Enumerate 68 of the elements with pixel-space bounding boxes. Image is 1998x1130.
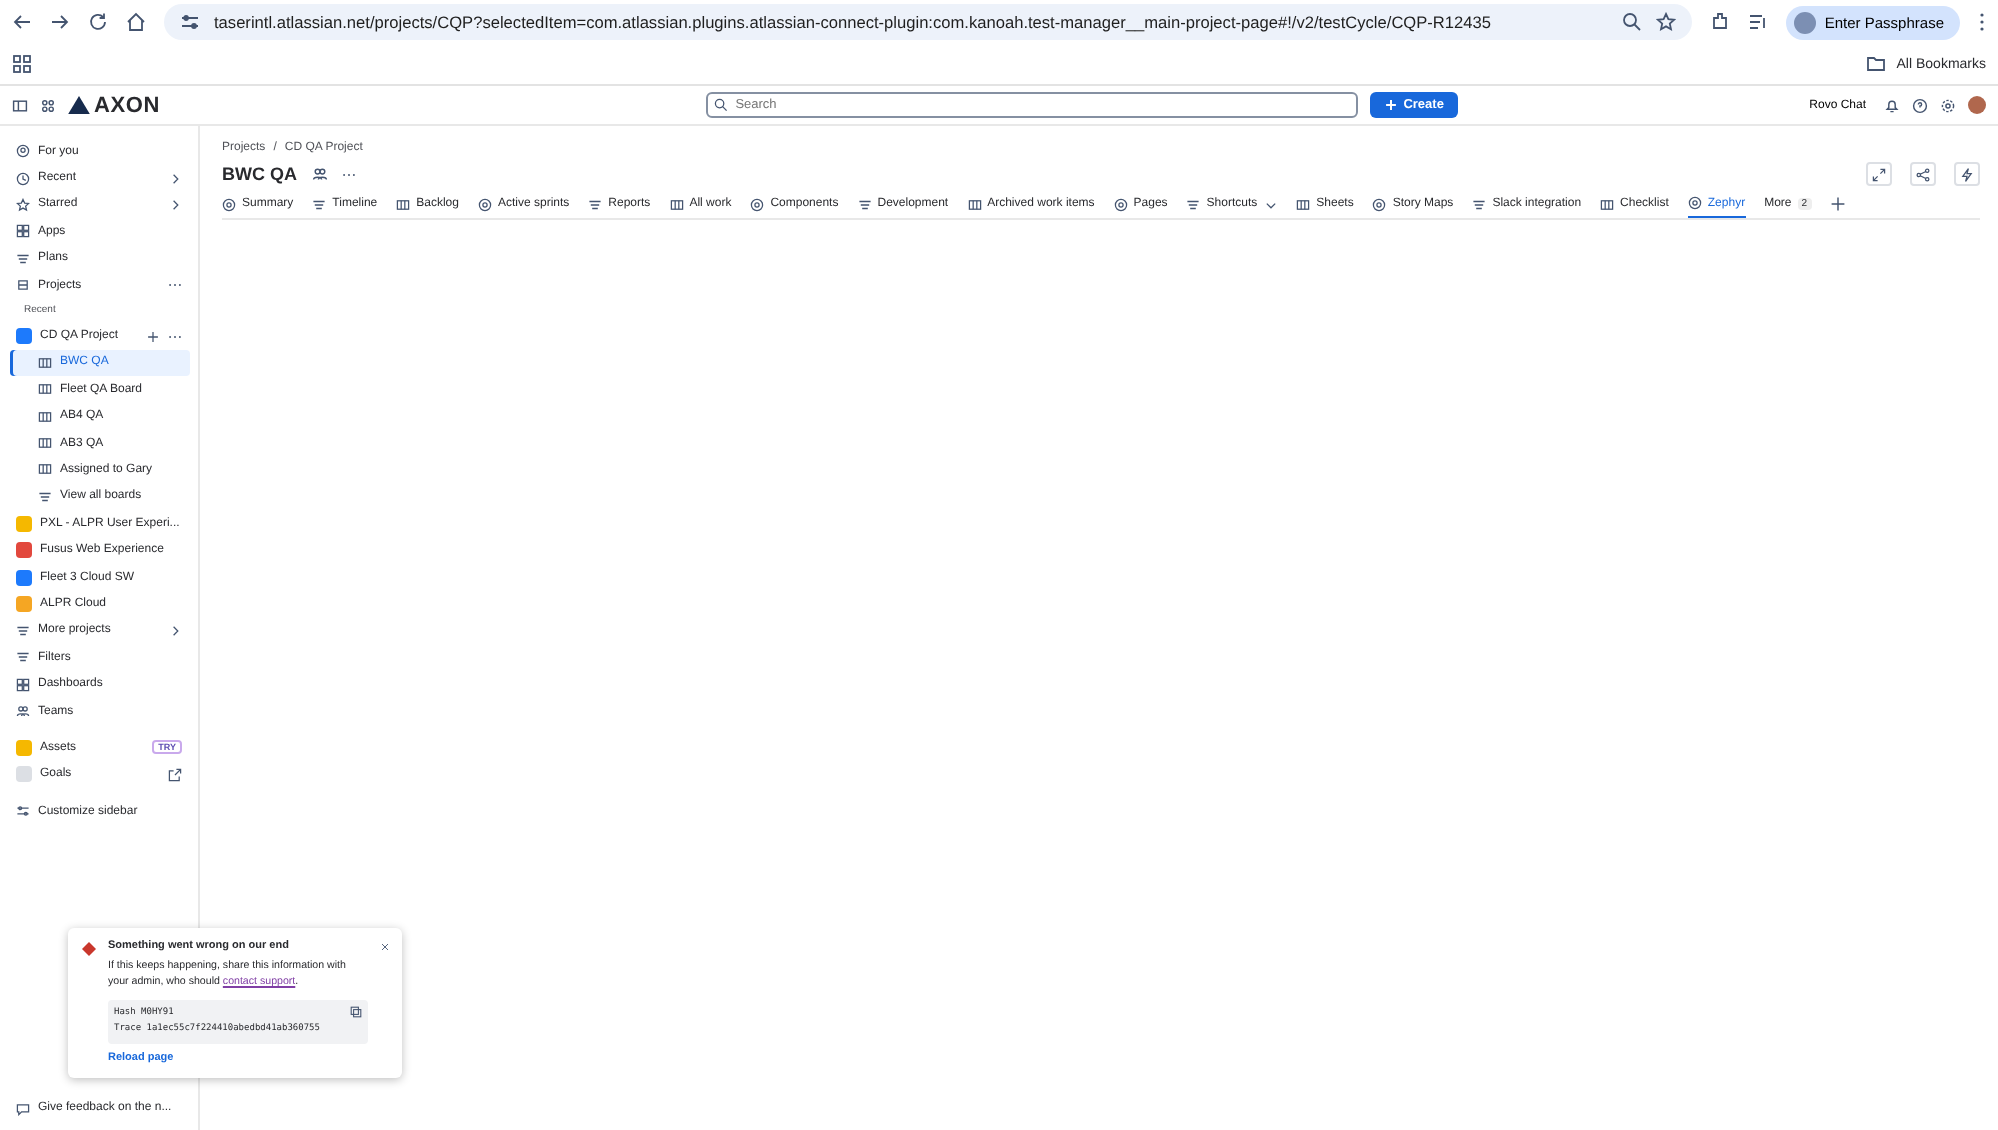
bookmark-star-icon[interactable] (1656, 12, 1677, 32)
star-icon (16, 197, 30, 212)
chevron-down-icon (1263, 197, 1278, 211)
logo-text: AXON (94, 93, 160, 117)
browser-menu-icon[interactable] (1978, 12, 1986, 32)
chevron-right-icon (168, 623, 182, 638)
apps-grid-icon[interactable] (12, 54, 32, 74)
copy-icon[interactable] (350, 1005, 362, 1018)
teams-icon (16, 704, 30, 718)
logo-icon (68, 96, 90, 114)
board-icon (38, 462, 52, 477)
app-icon (16, 739, 32, 756)
error-icon (82, 942, 96, 956)
expand-icon (1872, 167, 1886, 181)
forward-icon[interactable] (50, 12, 70, 32)
clock-icon (16, 171, 30, 186)
media-icon[interactable] (1748, 12, 1769, 32)
folder-icon (1866, 54, 1887, 74)
expand-button[interactable] (1866, 162, 1892, 186)
back-icon[interactable] (12, 12, 32, 32)
notifications-icon[interactable] (1884, 97, 1901, 113)
close-icon[interactable] (380, 942, 390, 952)
list-icon (1472, 197, 1487, 211)
avatar[interactable] (1968, 96, 1987, 114)
sidebar-toggle-icon[interactable] (12, 97, 28, 113)
automation-button[interactable] (1954, 162, 1980, 186)
list-icon (38, 489, 52, 504)
extensions-icon[interactable] (1710, 12, 1731, 32)
help-icon[interactable] (1912, 97, 1929, 113)
plans-icon (16, 251, 30, 266)
settings-icon[interactable] (1940, 97, 1957, 113)
list-icon (1186, 197, 1201, 211)
list-icon (588, 197, 603, 211)
home-icon[interactable] (126, 12, 146, 32)
external-link-icon (168, 767, 182, 782)
for-you-icon (16, 144, 30, 159)
search-icon (713, 98, 728, 112)
url-text: taserintl.atlassian.net/projects/CQP?selectedItem=com.atlassian.plugins.atlassian-connect-plugin:com.kanoah.test-manager__main-project-page#!/v2/testCycle/CQP-R12435 (214, 12, 1493, 32)
list-icon (16, 623, 30, 638)
board-icon (669, 197, 684, 211)
lightning-icon (1960, 167, 1974, 181)
list-icon (857, 197, 872, 211)
reload-icon[interactable] (88, 12, 108, 32)
address-bar[interactable]: taserintl.atlassian.net/projects/CQP?selectedItem=com.atlassian.plugins.atlassian-connect-plugin:com.kanoah.test-manager__main-project-page#!/v2/testCycle/CQP-R12435 (164, 4, 1693, 40)
team-icon[interactable] (311, 166, 327, 182)
page-title: BWC QA (222, 164, 297, 184)
list-icon (312, 197, 327, 211)
add-icon[interactable] (146, 329, 160, 344)
dashboard-icon (16, 677, 30, 692)
board-icon (38, 409, 52, 424)
add-icon[interactable] (1830, 196, 1847, 212)
board-icon (967, 197, 982, 211)
feedback-icon (16, 1101, 30, 1116)
board-icon (1296, 197, 1311, 211)
customize-icon (16, 804, 30, 819)
board-icon (38, 436, 52, 451)
share-icon (1916, 167, 1930, 181)
board-icon (396, 197, 411, 211)
share-button[interactable] (1910, 162, 1936, 186)
board-icon (1600, 197, 1615, 211)
site-settings-icon[interactable] (180, 12, 200, 32)
filter-icon (16, 650, 30, 665)
plus-icon (1383, 98, 1398, 112)
app-switcher-icon[interactable] (40, 97, 56, 113)
apps-icon (16, 224, 30, 239)
zoom-icon[interactable] (1622, 12, 1643, 32)
board-icon (38, 382, 52, 397)
board-icon (38, 355, 52, 370)
